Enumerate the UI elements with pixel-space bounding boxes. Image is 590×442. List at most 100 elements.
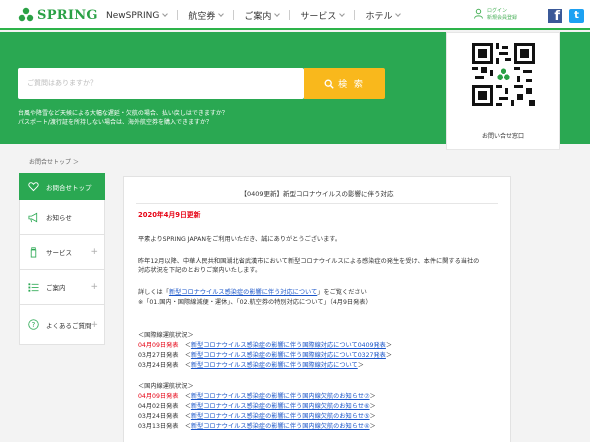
sidebar-item-faq[interactable]: ? よくあるご質問 + (19, 305, 105, 345)
dom-row: 03月13日発表 ＜新型コロナウイルス感染症の影響に伴う国内線欠航のお知らせ④＞ (138, 422, 376, 431)
intl-notice-link[interactable]: 新型コロナウイルス感染症の影響に伴う国際線対応について0409発表 (191, 342, 386, 349)
nav-services[interactable]: サービス (300, 9, 346, 22)
notice-link-refund[interactable]: 台風や降雪など天候による大幅な遅延・欠航の場合、払い戻しはできますか？ (18, 110, 228, 117)
row-date: 03月24日発表 (138, 413, 179, 420)
nav-divider (233, 10, 235, 20)
spring-logo[interactable]: SPRING (18, 7, 98, 23)
intl-row: 03月27日発表 ＜新型コロナウイルス感染症の影響に伴う国際線対応について032… (138, 351, 392, 360)
intl-notice-link[interactable]: 新型コロナウイルス感染症の影響に伴う国際線対応について0327発表 (191, 352, 386, 359)
details-prefix: 詳しくは「 (138, 289, 169, 296)
dom-row: 03月24日発表 ＜新型コロナウイルス感染症の影響に伴う国内線欠航のお知らせ⑤＞ (138, 412, 376, 421)
register-label: 新規会員登録 (487, 15, 518, 21)
sidebar-item-label: お知らせ (46, 214, 72, 222)
spring-logo-icon (18, 7, 34, 22)
dom-row: 04月09日発表 ＜新型コロナウイルス感染症の影響に伴う国内線欠航のお知らせ⑦＞ (138, 392, 376, 401)
nav-divider (354, 10, 356, 20)
greeting-text: 平素よりSPRING JAPANをご利用いただき、誠にありがとうございます。 (138, 236, 342, 243)
bracket-close: ＞ (369, 413, 376, 420)
sidebar-item-label: よくあるご質問 (46, 321, 92, 330)
row-date: 03月24日発表 (138, 362, 179, 369)
chevron-down-icon (395, 11, 402, 17)
question-icon: ? (28, 319, 39, 330)
intro-line-1: 昨年12月以降、中華人民共和国湖北省武漢市において新型コロナウイルスによる感染症… (138, 258, 480, 265)
row-date: 03月13日発表 (138, 423, 179, 430)
login-link[interactable]: ログイン 新規会員登録 (473, 8, 517, 22)
article-panel: 【0409更新】新型コロナウイルスの影響に伴う対応 2020年4月9日更新 平素… (123, 176, 511, 442)
intl-section-heading: ＜国際線運航状況＞ (138, 332, 194, 339)
dom-row: 04月02日発表 ＜新型コロナウイルス感染症の影響に伴う国内線欠航のお知らせ⑥＞ (138, 402, 376, 411)
nav-label: ホテル (365, 12, 393, 22)
nav-newspring[interactable]: NewSPRING (106, 9, 169, 22)
nav-hotel[interactable]: ホテル (365, 9, 402, 22)
details-suffix: 」をご覧ください (317, 289, 367, 296)
sidebar-item-news[interactable]: お知らせ (19, 200, 105, 235)
bracket-close: ＞ (385, 342, 393, 349)
bracket-close: ＞ (357, 362, 364, 369)
sidebar-item-label: サービス (46, 249, 72, 257)
faq-notices: 台風や降雪など天候による大幅な遅延・欠航の場合、払い戻しはできますか？ パスポー… (18, 109, 228, 127)
heart-icon (28, 181, 39, 192)
dom-notice-link[interactable]: 新型コロナウイルス感染症の影響に伴う国内線欠航のお知らせ⑤ (191, 413, 370, 420)
chevron-down-icon (218, 11, 225, 17)
search-button[interactable]: 検 索 (304, 68, 385, 99)
logo-text: SPRING (37, 7, 98, 23)
row-date: 03月27日発表 (138, 352, 179, 359)
row-date: 04月02日発表 (138, 403, 179, 410)
dom-notice-link[interactable]: 新型コロナウイルス感染症の影響に伴う国内線欠航のお知らせ⑥ (191, 403, 370, 410)
chevron-down-icon (339, 11, 346, 17)
nav-label: ご案内 (244, 12, 272, 22)
top-header: SPRING NewSPRING 航空券 ご案内 サービス ホテル ログイン 新… (0, 0, 590, 30)
dom-notice-link[interactable]: 新型コロナウイルス感染症の影響に伴う国内線欠航のお知らせ⑦ (191, 393, 370, 400)
notice-link-passport[interactable]: パスポート/渡行証を所持しない場合は、海外航空券を購入できますか？ (18, 119, 212, 126)
sidebar-item-services[interactable]: サービス + (19, 235, 105, 270)
list-icon (28, 282, 39, 293)
plus-icon[interactable]: + (90, 320, 98, 330)
dom-section-heading: ＜国内線運航状況＞ (138, 383, 194, 390)
bracket-close: ＞ (369, 403, 376, 410)
qr-card: お問い合せ窓口 (446, 32, 560, 150)
megaphone-icon (28, 212, 39, 223)
sidebar: お問合せトップ お知らせ サービス + ご案内 + ? よくあるご質問 + (19, 173, 105, 345)
facebook-icon[interactable]: f (548, 9, 562, 23)
sidebar-item-inquiry-top[interactable]: お問合せトップ (19, 173, 105, 200)
user-icon (474, 8, 483, 19)
login-text: ログイン 新規会員登録 (487, 8, 517, 22)
nav-divider (177, 10, 179, 20)
intl-row: 04月09日発表 ＜新型コロナウイルス感染症の影響に伴う国際線対応について040… (138, 341, 392, 350)
intro-line-2: 対応状況を下記のとおりご案内いたします。 (138, 267, 262, 274)
title-divider (136, 203, 498, 204)
chevron-down-icon (162, 11, 169, 17)
bottle-icon (28, 246, 39, 258)
details-link[interactable]: 新型コロナウイルス感染症の影響に伴う対応について (169, 289, 317, 296)
main-nav: NewSPRING 航空券 ご案内 サービス ホテル (106, 9, 410, 22)
details-note: ※「01.国内・国際線減便・運休」、「02.航空券の特別対応について」（4月9日… (138, 299, 372, 306)
details-line: 詳しくは「新型コロナウイルス感染症の影響に伴う対応について」をご覧ください (138, 288, 367, 297)
breadcrumb[interactable]: お問合せトップ ＞ (29, 157, 79, 166)
sidebar-item-label: ご案内 (46, 284, 66, 292)
qr-caption: お問い合せ窓口 (481, 133, 524, 140)
search-button-label: 検 索 (338, 80, 365, 90)
bracket-close: ＞ (385, 352, 393, 359)
nav-flights[interactable]: 航空券 (188, 9, 225, 22)
nav-divider (289, 10, 291, 20)
nav-guide[interactable]: ご案内 (244, 9, 281, 22)
login-label: ログイン (487, 8, 508, 14)
article-title: 【0409更新】新型コロナウイルスの影響に伴う対応 (240, 190, 394, 198)
sidebar-item-guide[interactable]: ご案内 + (19, 270, 105, 305)
update-date-heading: 2020年4月9日更新 (138, 211, 201, 219)
chevron-down-icon (274, 11, 281, 17)
intl-notice-link[interactable]: 新型コロナウイルス感染症の影響に伴う国際線対応について (191, 362, 358, 369)
nav-label: 航空券 (188, 12, 216, 22)
nav-label: NewSPRING (106, 10, 160, 21)
twitter-icon[interactable]: t (569, 9, 584, 23)
plus-icon[interactable]: + (90, 247, 98, 257)
search-input[interactable]: ご質問はありますか？ (18, 68, 304, 99)
row-date: 04月09日発表 (138, 342, 179, 349)
svg-text:?: ? (32, 321, 36, 329)
search-icon (324, 79, 334, 89)
plus-icon[interactable]: + (90, 282, 98, 292)
intl-row: 03月24日発表 ＜新型コロナウイルス感染症の影響に伴う国際線対応について＞ (138, 361, 364, 370)
dom-notice-link[interactable]: 新型コロナウイルス感染症の影響に伴う国内線欠航のお知らせ④ (191, 423, 370, 430)
bracket-close: ＞ (369, 393, 376, 400)
qr-code (472, 43, 535, 106)
